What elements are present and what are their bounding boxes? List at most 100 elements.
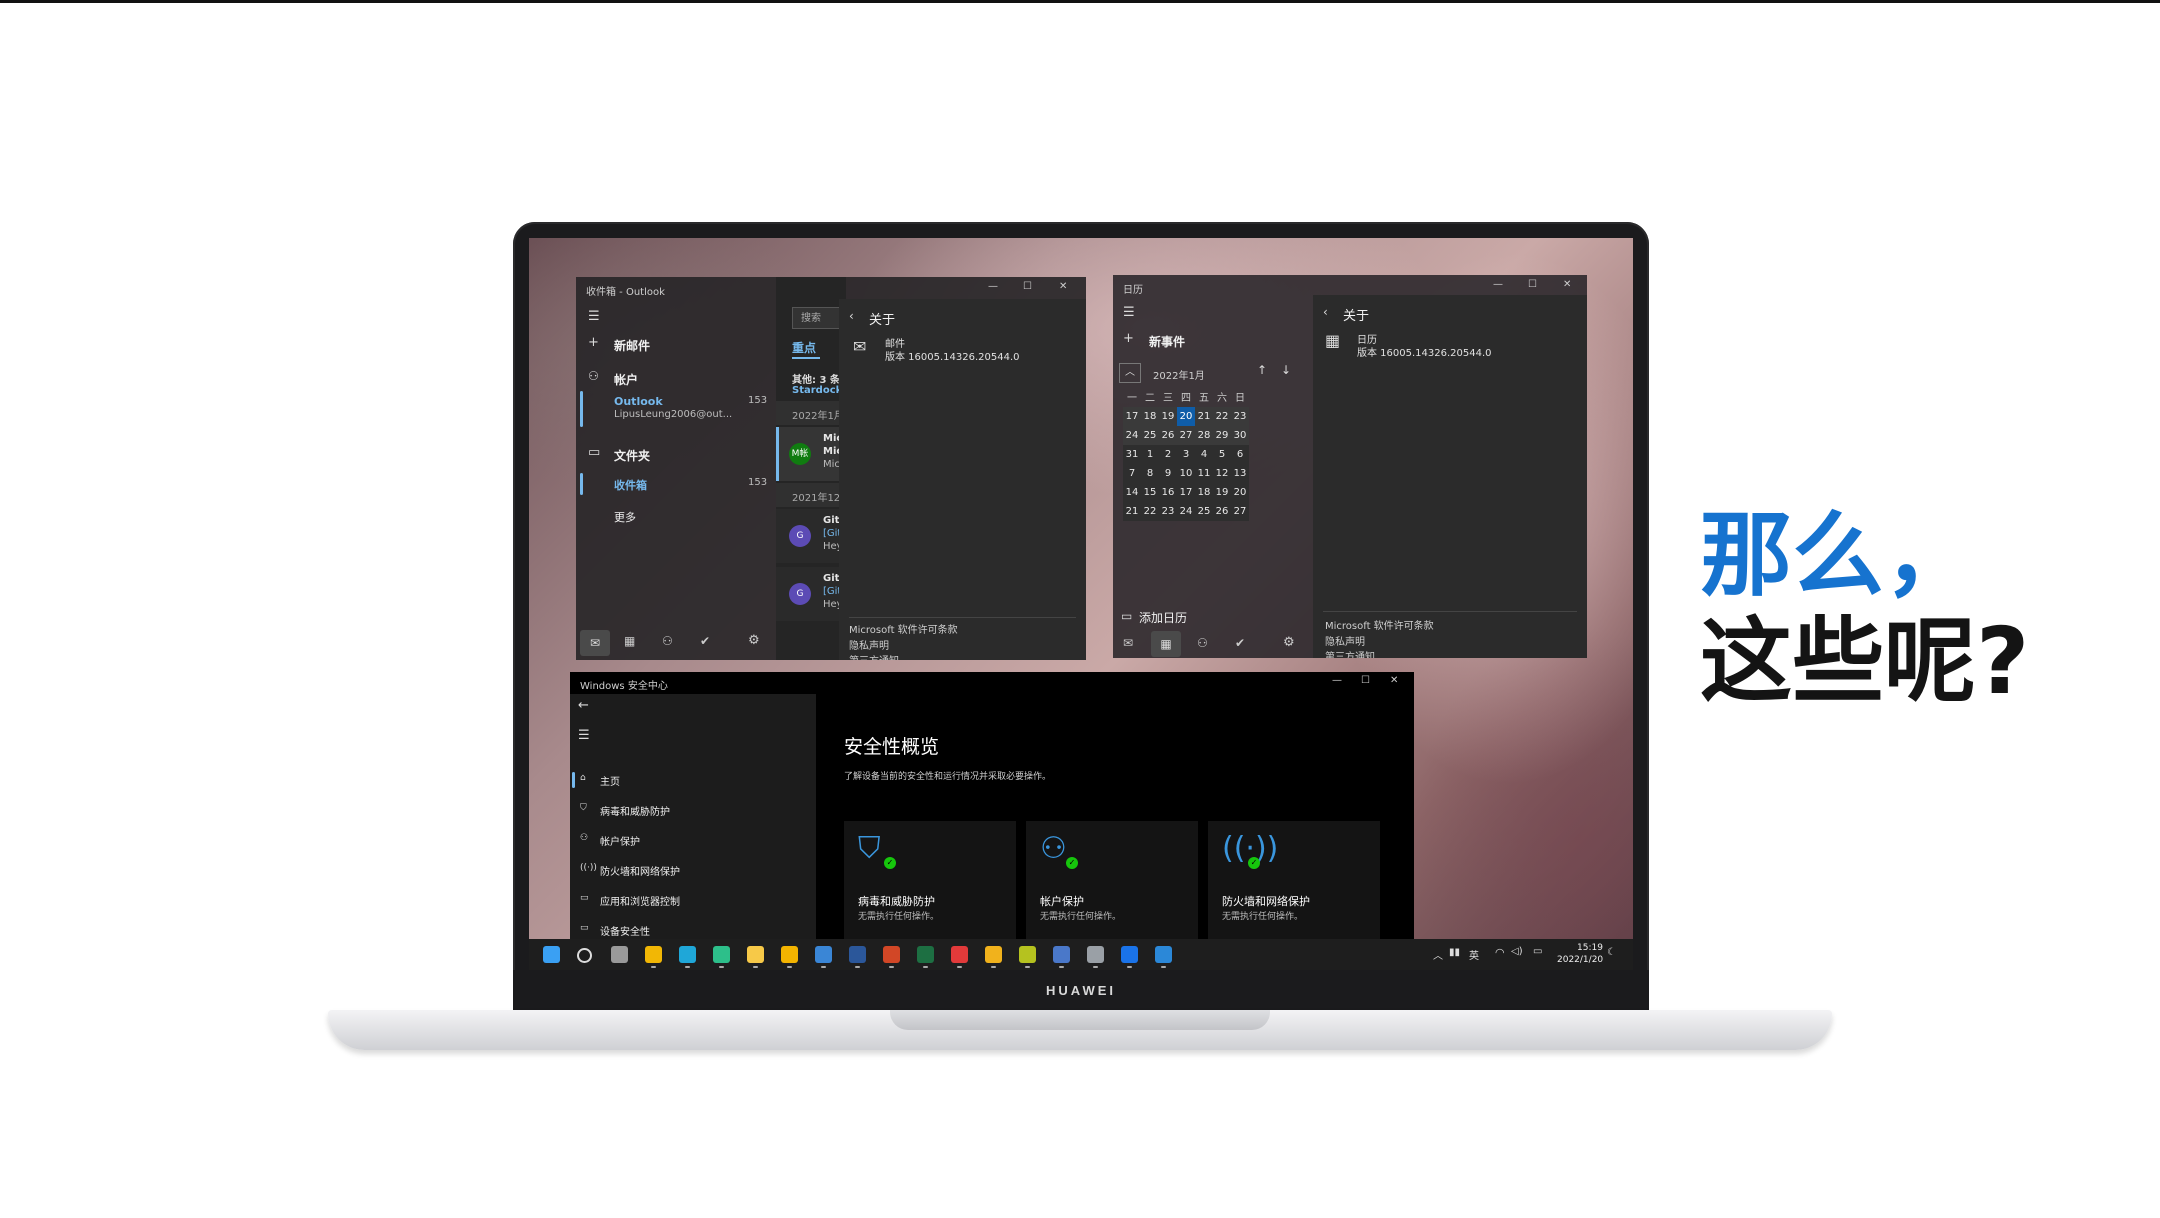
defender-icon[interactable] bbox=[1121, 946, 1138, 968]
volume-icon[interactable]: ◁) bbox=[1511, 946, 1523, 957]
calendar-day[interactable]: 25 bbox=[1195, 502, 1213, 521]
calendar-day[interactable]: 9 bbox=[1159, 464, 1177, 483]
start-icon[interactable] bbox=[543, 946, 560, 963]
tray-app-icon[interactable]: ▮▮ bbox=[1449, 947, 1460, 958]
third-party-link[interactable]: 第三方通知 bbox=[849, 652, 899, 660]
calendar-day[interactable]: 8 bbox=[1141, 464, 1159, 483]
back-arrow-icon[interactable]: ← bbox=[578, 698, 589, 713]
nav-item[interactable]: ⛉ 病毒和威胁防护 bbox=[570, 802, 810, 820]
privacy-link[interactable]: 隐私声明 bbox=[849, 637, 889, 652]
calendar-day[interactable]: 6 bbox=[1231, 445, 1249, 464]
people-app-icon[interactable]: ⚇ bbox=[662, 634, 673, 648]
calendar-day[interactable]: 3 bbox=[1177, 445, 1195, 464]
add-calendar-button[interactable]: 添加日历 bbox=[1139, 609, 1187, 626]
close-button[interactable]: ✕ bbox=[1563, 279, 1571, 290]
edge-icon[interactable] bbox=[679, 946, 696, 968]
hamburger-icon[interactable]: ☰ bbox=[578, 728, 590, 743]
word-icon[interactable] bbox=[849, 946, 866, 968]
battery-icon[interactable]: ▭ bbox=[1533, 946, 1542, 957]
accounts-heading[interactable]: 帐户 bbox=[614, 371, 638, 388]
close-button[interactable]: ✕ bbox=[1059, 281, 1067, 292]
file-explorer-icon[interactable] bbox=[747, 946, 764, 968]
calendar-day[interactable]: 30 bbox=[1231, 426, 1249, 445]
mail-app-icon[interactable]: ✉ bbox=[1123, 636, 1133, 650]
search-icon[interactable] bbox=[577, 948, 592, 963]
license-link[interactable]: Microsoft 软件许可条款 bbox=[849, 621, 958, 636]
maximize-button[interactable]: ☐ bbox=[1023, 281, 1032, 292]
calendar-day[interactable]: 1 bbox=[1141, 445, 1159, 464]
settings-icon[interactable]: ⚙ bbox=[1283, 635, 1295, 650]
calendar-day[interactable]: 21 bbox=[1123, 502, 1141, 521]
calendar-day[interactable]: 11 bbox=[1195, 464, 1213, 483]
license-link[interactable]: Microsoft 软件许可条款 bbox=[1325, 617, 1434, 632]
calendar-day[interactable]: 28 bbox=[1195, 426, 1213, 445]
calendar-day[interactable]: 26 bbox=[1159, 426, 1177, 445]
powerpoint-icon[interactable] bbox=[883, 946, 900, 968]
calendar-day[interactable]: 4 bbox=[1195, 445, 1213, 464]
clock-date[interactable]: 2022/1/20 bbox=[1557, 955, 1603, 965]
calendar-day[interactable]: 22 bbox=[1141, 502, 1159, 521]
close-button[interactable]: ✕ bbox=[1390, 675, 1398, 686]
calendar-icon[interactable] bbox=[1155, 946, 1172, 968]
calendar-day[interactable]: 24 bbox=[1177, 502, 1195, 521]
calendar-day[interactable]: 31 bbox=[1123, 445, 1141, 464]
search-input[interactable]: 搜索 bbox=[792, 307, 846, 329]
arrow-down-icon[interactable]: ↓ bbox=[1281, 363, 1291, 377]
mail-app-icon[interactable]: ✉ bbox=[580, 630, 610, 656]
more-folders[interactable]: 更多 bbox=[614, 509, 636, 525]
folder-icon[interactable] bbox=[781, 946, 798, 968]
calendar-app-icon[interactable]: ▦ bbox=[624, 634, 635, 648]
security-card[interactable]: ((·)) ✓ 防火墙和网络保护 无需执行任何操作。 bbox=[1208, 821, 1380, 939]
calendar-day[interactable]: 21 bbox=[1195, 407, 1213, 426]
calendar-day[interactable]: 2 bbox=[1159, 445, 1177, 464]
calendar-day[interactable]: 26 bbox=[1213, 502, 1231, 521]
todo-app-icon[interactable]: ✔ bbox=[1235, 636, 1245, 650]
nav-item[interactable]: ⚇ 帐户保护 bbox=[570, 832, 810, 850]
nav-item[interactable]: ((·)) 防火墙和网络保护 bbox=[570, 862, 810, 880]
focus-moon-icon[interactable]: ☾ bbox=[1607, 947, 1616, 958]
new-event-button[interactable]: 新事件 bbox=[1149, 333, 1185, 350]
security-card[interactable]: ⛉ ✓ 病毒和威胁防护 无需执行任何操作。 bbox=[844, 821, 1016, 939]
calendar-day[interactable]: 17 bbox=[1177, 483, 1195, 502]
third-party-link[interactable]: 第三方通知 bbox=[1325, 648, 1375, 658]
maximize-button[interactable]: ☐ bbox=[1528, 279, 1537, 290]
tab-focused[interactable]: 重点 bbox=[792, 339, 816, 356]
hamburger-icon[interactable]: ☰ bbox=[588, 309, 600, 324]
back-chevron-icon[interactable]: ‹ bbox=[1323, 305, 1328, 319]
calendar-day[interactable]: 12 bbox=[1213, 464, 1231, 483]
minimize-button[interactable]: — bbox=[988, 281, 998, 292]
minimize-button[interactable]: — bbox=[1332, 675, 1342, 686]
media-icon[interactable] bbox=[1053, 946, 1070, 968]
month-label[interactable]: 2022年1月 bbox=[1153, 367, 1205, 382]
calendar-day[interactable]: 19 bbox=[1213, 483, 1231, 502]
calendar-day[interactable]: 18 bbox=[1195, 483, 1213, 502]
hamburger-icon[interactable]: ☰ bbox=[1123, 305, 1135, 320]
calendar-day[interactable]: 5 bbox=[1213, 445, 1231, 464]
todo-app-icon[interactable]: ✔ bbox=[700, 634, 710, 648]
maximize-button[interactable]: ☐ bbox=[1361, 675, 1370, 686]
calendar-day[interactable]: 29 bbox=[1213, 426, 1231, 445]
calendar-day[interactable]: 7 bbox=[1123, 464, 1141, 483]
photos-icon[interactable] bbox=[1019, 946, 1036, 968]
mail-row-2[interactable]: G Git [Git Hey bbox=[776, 509, 846, 563]
inbox-folder[interactable]: 收件箱 bbox=[614, 477, 647, 493]
calendar-day[interactable]: 20 bbox=[1231, 483, 1249, 502]
clock-time[interactable]: 15:19 bbox=[1577, 943, 1603, 953]
back-chevron-icon[interactable]: ‹ bbox=[849, 309, 854, 323]
collapse-icon[interactable]: ︿ bbox=[1119, 363, 1141, 383]
music-icon[interactable] bbox=[951, 946, 968, 968]
calendar-day[interactable]: 25 bbox=[1141, 426, 1159, 445]
settings-icon[interactable] bbox=[1087, 946, 1104, 968]
new-mail-button[interactable]: 新邮件 bbox=[614, 337, 650, 354]
calendar-day[interactable]: 16 bbox=[1159, 483, 1177, 502]
calendar-day[interactable]: 27 bbox=[1231, 502, 1249, 521]
calendar-day[interactable]: 23 bbox=[1159, 502, 1177, 521]
calendar-day[interactable]: 23 bbox=[1231, 407, 1249, 426]
account-name[interactable]: Outlook bbox=[614, 395, 663, 408]
folders-heading[interactable]: 文件夹 bbox=[614, 447, 650, 464]
calendar-day[interactable]: 22 bbox=[1213, 407, 1231, 426]
minimize-button[interactable]: — bbox=[1493, 279, 1503, 290]
security-card[interactable]: ⚇ ✓ 帐户保护 无需执行任何操作。 bbox=[1026, 821, 1198, 939]
people-app-icon[interactable]: ⚇ bbox=[1197, 636, 1208, 650]
arrow-up-icon[interactable]: ↑ bbox=[1257, 363, 1267, 377]
